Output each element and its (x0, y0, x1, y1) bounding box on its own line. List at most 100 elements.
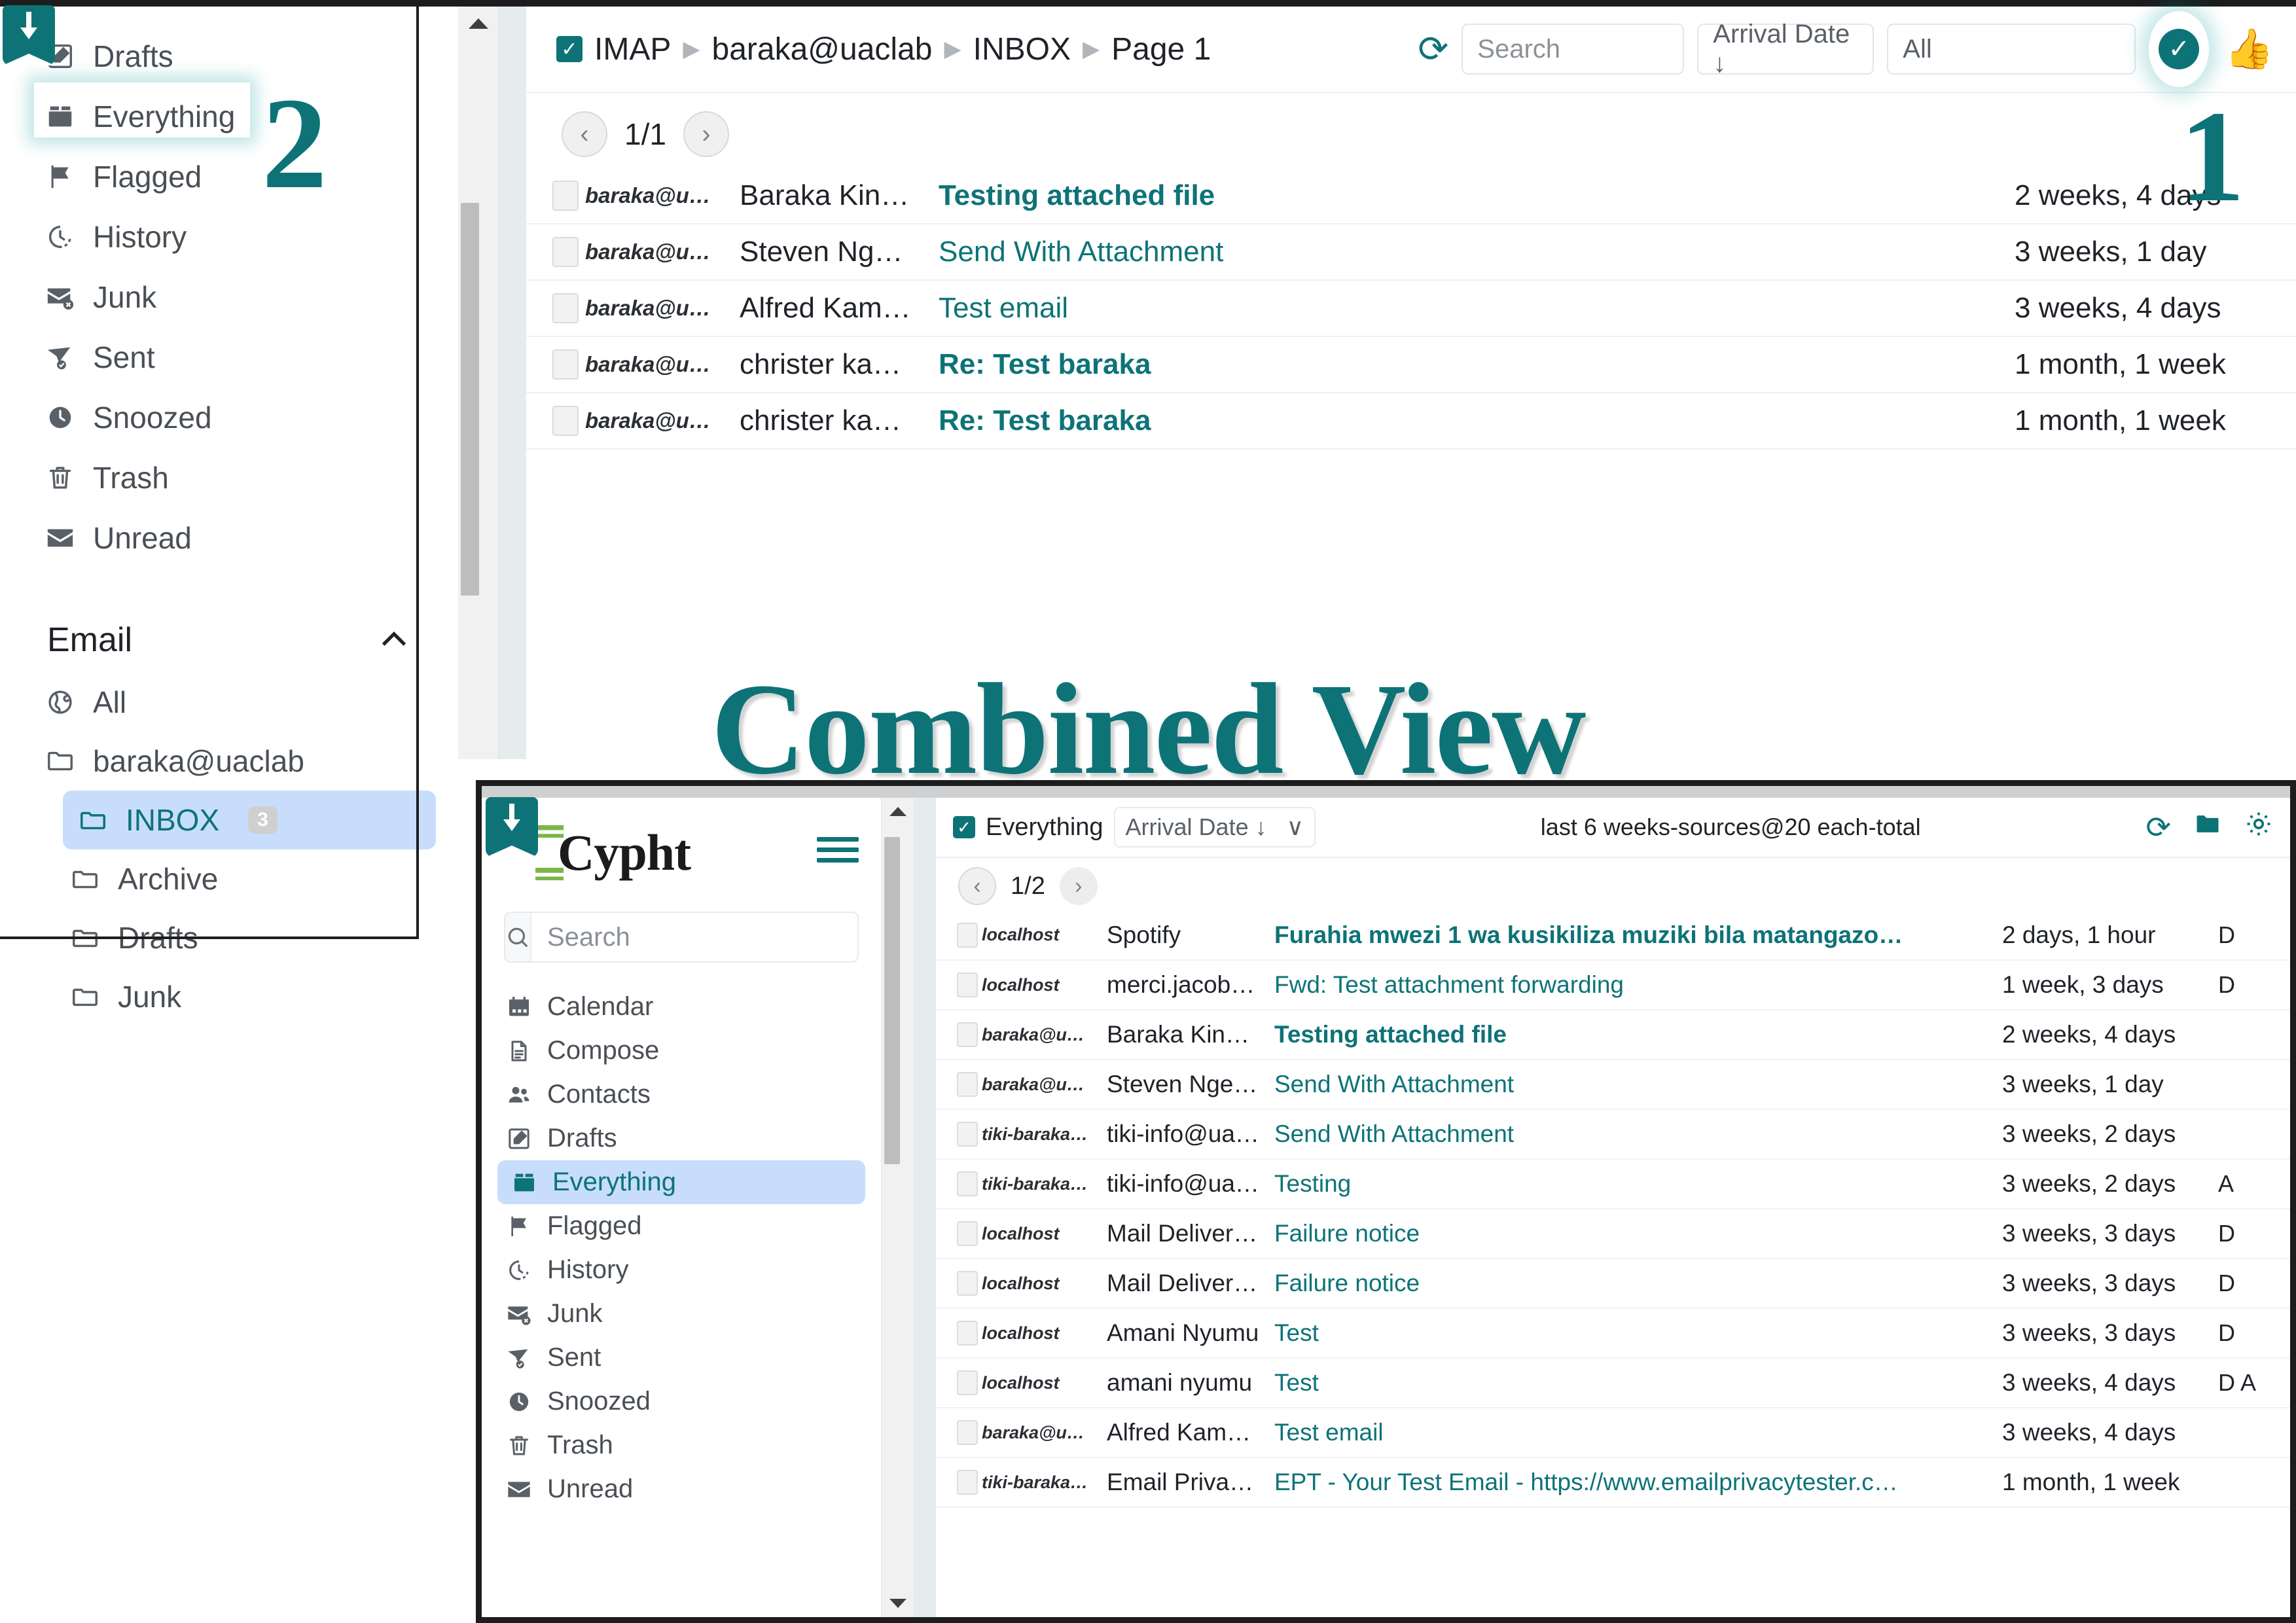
row-checkbox[interactable] (957, 972, 978, 997)
hamburger-icon[interactable] (817, 837, 859, 863)
sidebar-item-flagged[interactable]: Flagged (0, 147, 458, 207)
folder-item-junk[interactable]: Junk (0, 967, 458, 1026)
row-checkbox-cell[interactable] (936, 1010, 982, 1060)
sidebar-item-calendar[interactable]: Calendar (482, 985, 881, 1029)
message-subject[interactable]: Test (1274, 1319, 2002, 1347)
row-checkbox-cell[interactable] (526, 224, 585, 281)
search-input[interactable] (504, 912, 859, 963)
folder-filled-icon[interactable] (2193, 810, 2222, 846)
top-sidebar-scrollbar[interactable] (458, 7, 499, 759)
row-checkbox[interactable] (957, 1420, 978, 1445)
row-checkbox-cell[interactable] (526, 168, 585, 224)
message-subject[interactable]: Furahia mwezi 1 wa kusikiliza muziki bil… (1274, 921, 2002, 949)
check-circle-icon[interactable]: ✓ (2159, 29, 2200, 69)
sidebar-item-drafts[interactable]: Drafts (0, 26, 458, 86)
row-checkbox-cell[interactable] (936, 1457, 982, 1508)
table-row[interactable]: tiki-baraka… Email Privacy… EPT - Your Tes… (936, 1457, 2290, 1508)
sidebar-item-history[interactable]: History (0, 207, 458, 267)
message-subject[interactable]: Send With Attachment (1274, 1120, 2002, 1148)
table-row[interactable]: localhost Amani Nyumu Test 3 weeks, 3 days D (936, 1308, 2290, 1359)
sidebar-item-unread[interactable]: Unread (482, 1467, 881, 1511)
sidebar-item-history[interactable]: History (482, 1248, 881, 1292)
search-text-field[interactable] (531, 913, 857, 961)
table-row[interactable]: tiki-baraka… tiki-info@uacl… Testing 3 week… (936, 1159, 2290, 1209)
sidebar-item-drafts[interactable]: Drafts (482, 1116, 881, 1160)
message-subject[interactable]: Test email (939, 292, 2015, 325)
row-checkbox[interactable] (957, 1470, 978, 1495)
row-checkbox-cell[interactable] (936, 1258, 982, 1309)
sort-select[interactable]: Arrival Date ↓ (1697, 20, 1874, 78)
table-row[interactable]: baraka@u… Baraka Kinywa Testing attached f… (526, 168, 2296, 224)
row-checkbox-cell[interactable] (936, 910, 982, 961)
row-checkbox[interactable] (552, 293, 579, 323)
scroll-up-arrow-icon[interactable] (889, 807, 906, 816)
row-checkbox[interactable] (957, 1221, 978, 1246)
message-subject[interactable]: Send With Attachment (939, 236, 2015, 268)
scrollbar-thumb[interactable] (461, 203, 479, 596)
table-row[interactable]: baraka@u… Alfred Kambale Test email3 weeks… (526, 280, 2296, 337)
sidebar-item-compose[interactable]: Compose (482, 1029, 881, 1073)
message-subject[interactable]: EPT - Your Test Email - https://www.emai… (1274, 1469, 2002, 1496)
breadcrumb-folder[interactable]: INBOX (973, 31, 1071, 67)
sidebar-item-junk[interactable]: Junk (482, 1292, 881, 1336)
table-row[interactable]: localhost Spotify Furahia mwezi 1 wa kusik… (936, 910, 2290, 961)
row-checkbox-cell[interactable] (936, 1109, 982, 1160)
filter-select[interactable]: All (1887, 24, 2136, 75)
next-page-button[interactable]: › (683, 111, 729, 157)
message-subject[interactable]: Testing attached file (939, 179, 2015, 212)
scroll-down-arrow-icon[interactable] (889, 1599, 906, 1608)
table-row[interactable]: localhost amani nyumu Test 3 weeks, 4 days D… (936, 1358, 2290, 1408)
table-row[interactable]: baraka@u… Baraka Kinywa Testing attached f… (936, 1010, 2290, 1060)
gear-icon[interactable] (2244, 810, 2273, 846)
refresh-icon[interactable]: ⟳ (1418, 31, 1448, 67)
table-row[interactable]: localhost merci.jacob@… Fwd: Test attachme… (936, 960, 2290, 1010)
sidebar-item-snoozed[interactable]: Snoozed (482, 1380, 881, 1423)
row-checkbox[interactable] (957, 1271, 978, 1296)
sidebar-item-snoozed[interactable]: Snoozed (0, 387, 458, 448)
row-checkbox-cell[interactable] (936, 1358, 982, 1408)
row-checkbox-cell[interactable] (526, 393, 585, 450)
row-checkbox[interactable] (957, 1072, 978, 1097)
sidebar-item-contacts[interactable]: Contacts (482, 1073, 881, 1116)
row-checkbox-cell[interactable] (936, 1408, 982, 1458)
row-checkbox[interactable] (552, 349, 579, 380)
sidebar-item-sent[interactable]: Sent (0, 327, 458, 387)
chevron-down-icon[interactable]: ∨ (1287, 813, 1304, 841)
sidebar-item-trash[interactable]: Trash (482, 1423, 881, 1467)
sidebar-item-flagged[interactable]: Flagged (482, 1204, 881, 1248)
search-field[interactable]: Search (1462, 24, 1685, 75)
bottom-sidebar-scrollbar[interactable] (881, 798, 914, 1617)
row-checkbox[interactable] (552, 237, 579, 267)
row-checkbox-cell[interactable] (526, 336, 585, 393)
select-all-checkbox[interactable]: ✓ (556, 36, 583, 62)
sidebar-item-everything[interactable]: Everything (497, 1160, 865, 1204)
table-row[interactable]: baraka@u… Alfred Kambale Test email3 weeks… (936, 1408, 2290, 1458)
row-checkbox-cell[interactable] (936, 1060, 982, 1110)
message-subject[interactable]: Failure notice (1274, 1270, 2002, 1297)
sidebar-item-everything[interactable]: Everything (0, 86, 458, 147)
row-checkbox[interactable] (552, 180, 579, 211)
refresh-icon[interactable]: ⟳ (2145, 810, 2171, 845)
message-subject[interactable]: Fwd: Test attachment forwarding (1274, 971, 2002, 999)
row-checkbox-cell[interactable] (526, 280, 585, 337)
folder-item-drafts[interactable]: Drafts (0, 908, 458, 967)
row-checkbox-cell[interactable] (936, 1308, 982, 1359)
next-page-button[interactable]: › (1059, 867, 1098, 905)
message-subject[interactable]: Test (1274, 1369, 2002, 1397)
breadcrumb-account[interactable]: baraka@uaclab (712, 31, 933, 67)
message-subject[interactable]: Send With Attachment (1274, 1071, 2002, 1098)
prev-page-button[interactable]: ‹ (562, 111, 607, 157)
select-all-checkbox[interactable]: ✓ (953, 816, 975, 838)
scrollbar-thumb[interactable] (884, 837, 900, 1164)
table-row[interactable]: baraka@u… Steven Nges… Send With Attachmen… (526, 224, 2296, 281)
table-row[interactable]: baraka@u… christer kaha… Re: Test baraka1 … (526, 336, 2296, 393)
sidebar-item-sent[interactable]: Sent (482, 1336, 881, 1380)
message-subject[interactable]: Re: Test baraka (939, 348, 2015, 381)
row-checkbox[interactable] (957, 1171, 978, 1196)
sidebar-item-trash[interactable]: Trash (0, 448, 458, 508)
prev-page-button[interactable]: ‹ (958, 867, 996, 905)
row-checkbox[interactable] (552, 406, 579, 436)
message-subject[interactable]: Testing (1274, 1170, 2002, 1198)
table-row[interactable]: localhost Mail Delivery … Failure notice 3 … (936, 1209, 2290, 1259)
scroll-up-arrow-icon[interactable] (468, 18, 488, 29)
